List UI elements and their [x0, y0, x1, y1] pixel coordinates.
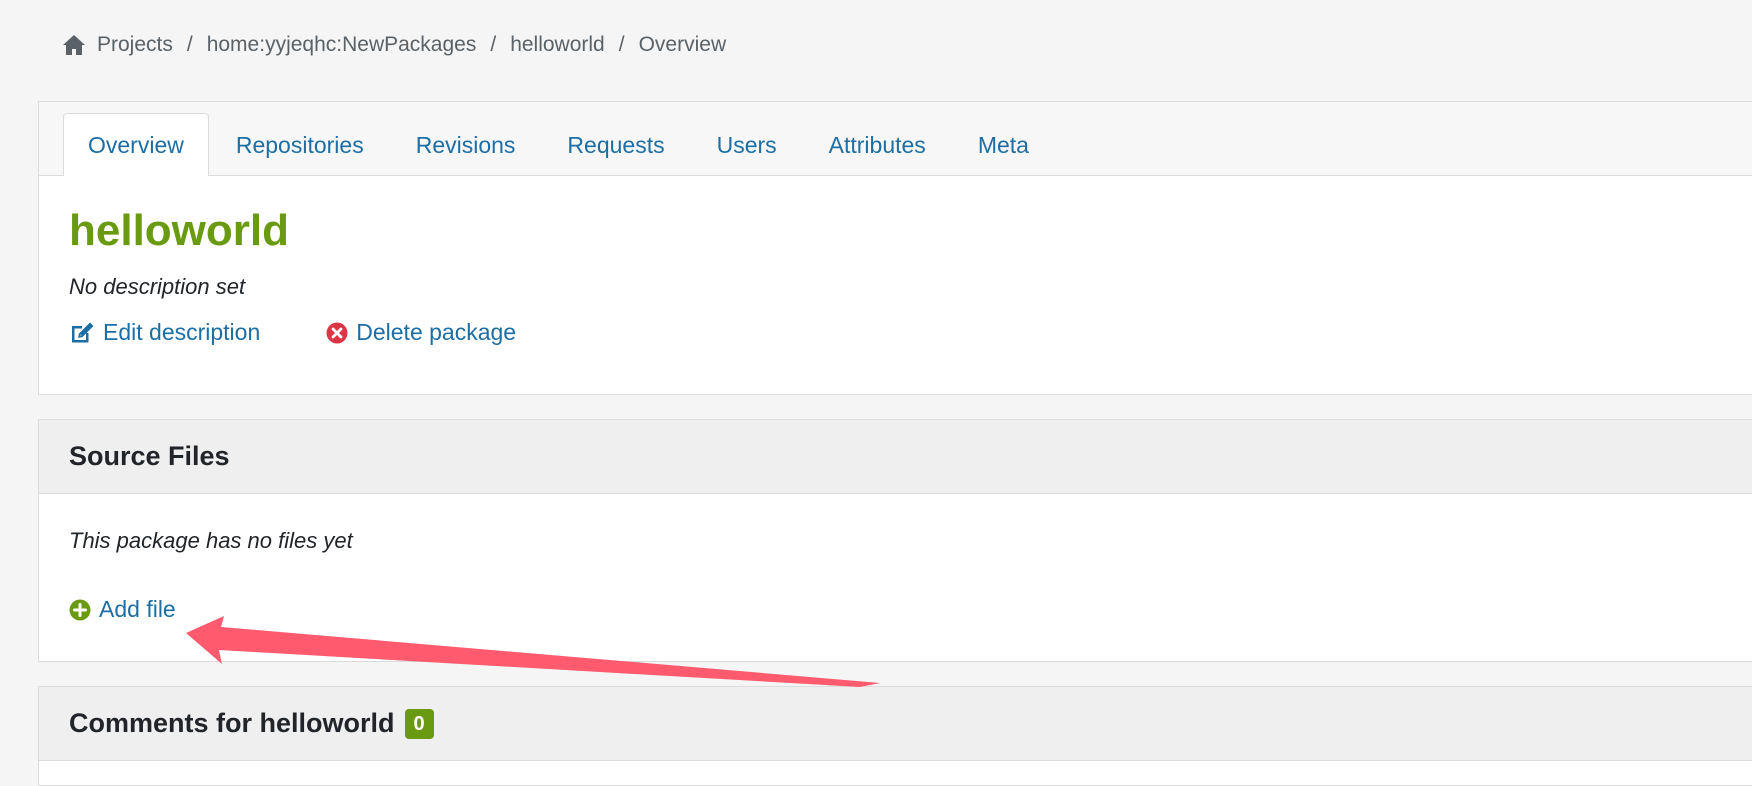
add-file-link[interactable]: Add file	[69, 596, 176, 623]
breadcrumb-separator: /	[490, 33, 497, 56]
edit-description-link[interactable]: Edit description	[69, 319, 260, 346]
package-description: No description set	[69, 274, 246, 299]
add-file-label: Add file	[99, 596, 176, 622]
breadcrumb-separator: /	[186, 33, 193, 56]
tab-users[interactable]: Users	[692, 113, 802, 175]
edit-description-label: Edit description	[103, 319, 261, 345]
delete-package-link[interactable]: Delete package	[326, 319, 516, 346]
comments-header: Comments for helloworld 0	[39, 687, 1752, 761]
delete-package-label: Delete package	[356, 319, 517, 345]
breadcrumb-current: Overview	[638, 33, 727, 56]
breadcrumb-project[interactable]: home:yyjeqhc:NewPackages	[207, 33, 477, 57]
times-circle-icon	[326, 322, 348, 343]
tab-overview[interactable]: Overview	[63, 113, 209, 176]
package-card: Overview Repositories Revisions Requests…	[38, 101, 1752, 395]
home-icon[interactable]	[62, 34, 86, 56]
comments-card: Comments for helloworld 0	[38, 686, 1752, 786]
plus-circle-icon	[69, 599, 91, 620]
tab-bar: Overview Repositories Revisions Requests…	[39, 102, 1752, 176]
tab-attributes[interactable]: Attributes	[804, 113, 951, 175]
breadcrumb-projects[interactable]: Projects	[97, 33, 173, 57]
source-files-title: Source Files	[69, 441, 230, 471]
breadcrumb-package[interactable]: helloworld	[510, 33, 605, 57]
edit-icon	[72, 322, 94, 342]
tab-meta[interactable]: Meta	[953, 113, 1054, 175]
tab-list: Overview Repositories Revisions Requests…	[63, 113, 1056, 176]
tab-revisions[interactable]: Revisions	[391, 113, 541, 175]
no-files-message: This package has no files yet	[69, 528, 353, 553]
source-files-header: Source Files	[39, 420, 1752, 494]
comments-title: Comments for helloworld	[69, 708, 395, 738]
source-files-card: Source Files This package has no files y…	[38, 419, 1752, 662]
breadcrumb: Projects / home:yyjeqhc:NewPackages / he…	[62, 28, 726, 62]
package-title: helloworld	[69, 206, 289, 255]
package-actions: Edit description Delete package	[69, 319, 516, 346]
tab-repositories[interactable]: Repositories	[211, 113, 389, 175]
tab-requests[interactable]: Requests	[542, 113, 689, 175]
comments-count-badge: 0	[404, 708, 434, 739]
breadcrumb-separator: /	[618, 33, 625, 56]
